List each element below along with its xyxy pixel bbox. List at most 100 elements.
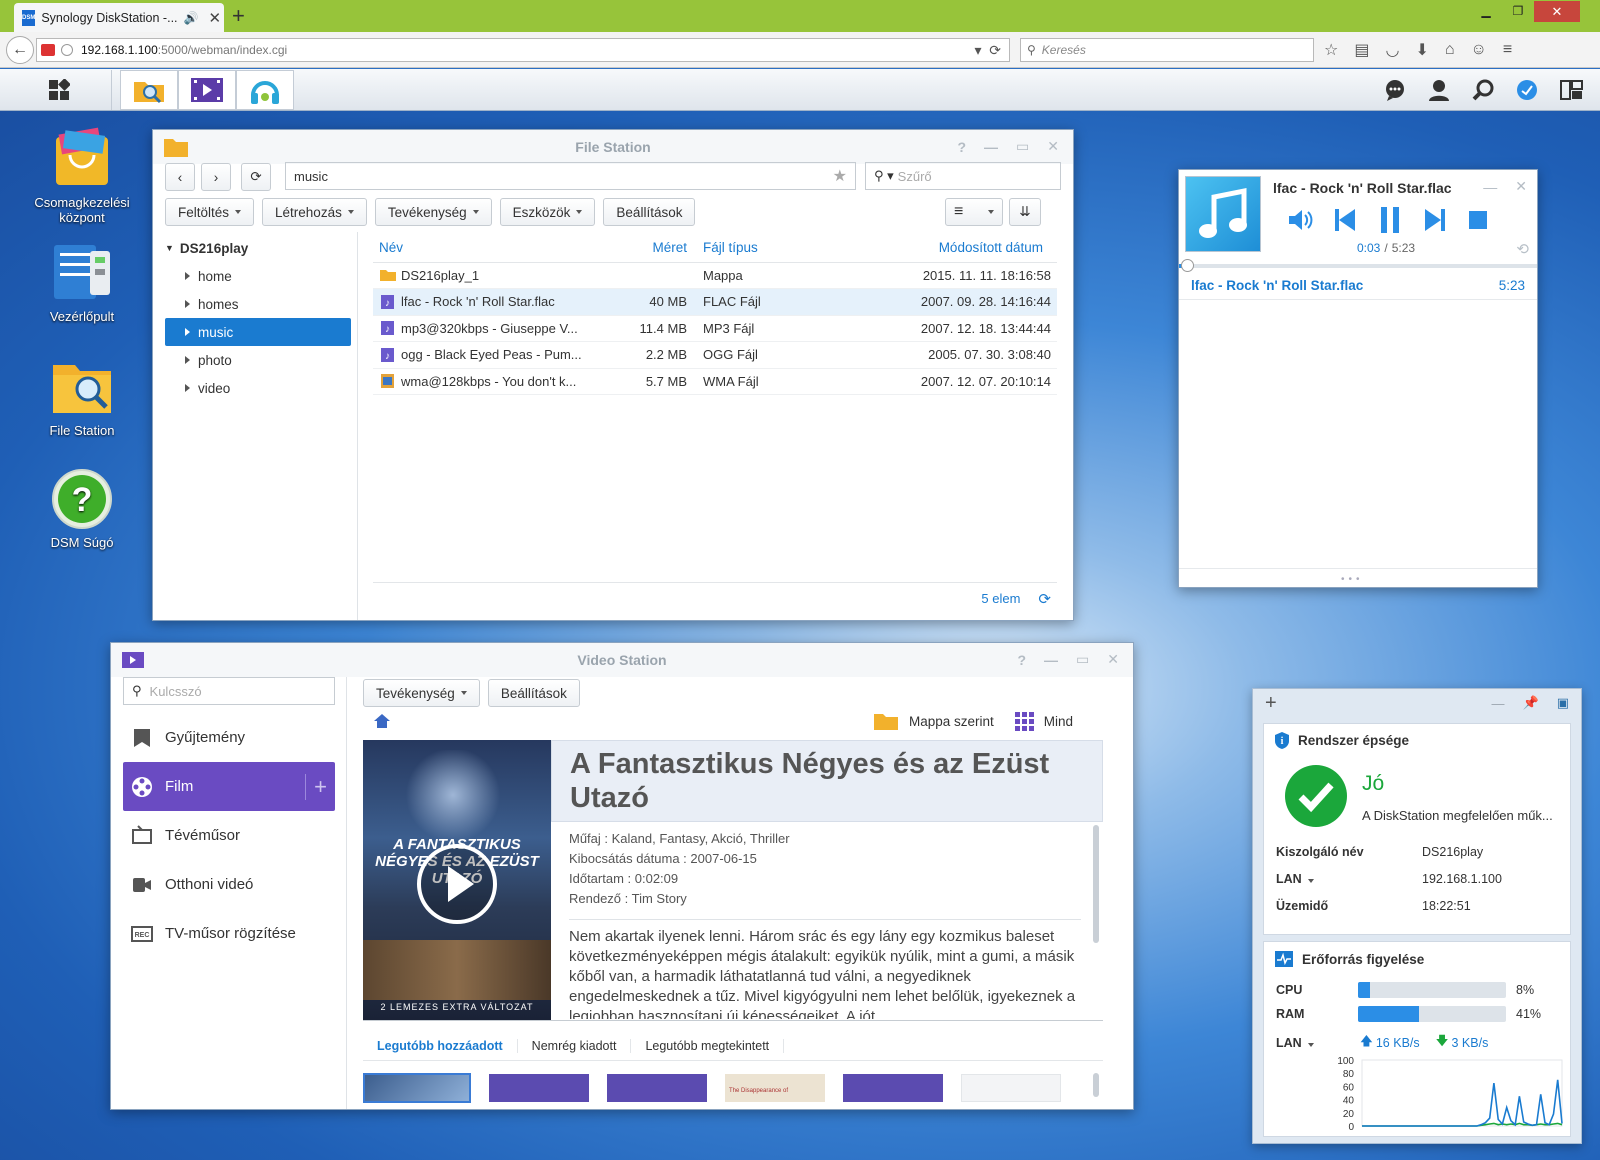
browser-tab[interactable]: DSM Synology DiskStation -... 🔊 ✕ xyxy=(14,3,224,32)
home-icon[interactable] xyxy=(373,713,391,729)
video-thumbnail[interactable] xyxy=(363,1073,471,1103)
filter-field[interactable]: ⚲ ▾ Szűrő xyxy=(865,162,1061,190)
search-icon[interactable] xyxy=(1472,79,1494,101)
nav-collection[interactable]: Gyűjtemény xyxy=(123,713,335,762)
nav-tv-recording[interactable]: REC TV-műsor rögzítése xyxy=(123,909,335,958)
taskbar-video-station[interactable] xyxy=(178,69,236,110)
video-thumbnail[interactable] xyxy=(607,1074,707,1102)
help-button[interactable]: ? xyxy=(957,139,966,155)
file-station-titlebar[interactable]: File Station ? — ▭ ✕ xyxy=(153,130,1073,164)
add-widget-icon[interactable]: + xyxy=(1265,692,1277,715)
minimize-button[interactable]: — xyxy=(1492,696,1505,711)
menu-icon[interactable]: ≡ xyxy=(1503,41,1512,59)
favorite-star-icon[interactable]: ★ xyxy=(833,166,847,186)
add-plus-icon[interactable]: + xyxy=(305,773,335,800)
maximize-button[interactable]: ▭ xyxy=(1076,651,1089,668)
chat-icon[interactable]: ☺ xyxy=(1471,41,1487,59)
action-button[interactable]: Tevékenység xyxy=(374,198,492,226)
close-window-button[interactable]: ✕ xyxy=(1534,0,1580,22)
thumbnail-scrollbar[interactable] xyxy=(1093,1073,1099,1097)
action-button[interactable]: Tevékenység xyxy=(363,679,480,707)
progress-track[interactable] xyxy=(1179,259,1537,272)
video-station-titlebar[interactable]: Video Station ? — ▭ ✕ xyxy=(111,643,1133,677)
keyword-search-field[interactable]: ⚲ Kulcsszó xyxy=(123,677,335,705)
column-size[interactable]: Méret xyxy=(595,234,695,263)
pin-icon[interactable]: 📌 xyxy=(1523,695,1539,711)
tab-recently-added[interactable]: Legutóbb hozzáadott xyxy=(363,1038,518,1053)
tools-button[interactable]: Eszközök xyxy=(499,198,596,226)
tree-item-photo[interactable]: photo xyxy=(165,346,351,374)
lan-row[interactable]: LAN 🡅 16 KB/s 🡇 3 KB/s xyxy=(1276,1032,1560,1053)
restore-window-button[interactable]: ❐ xyxy=(1502,4,1534,18)
desktop-icon-control-panel[interactable]: Vezérlőpult xyxy=(22,241,142,324)
playlist-item[interactable]: lfac - Rock 'n' Roll Star.flac 5:23 xyxy=(1179,272,1537,300)
tab-recently-watched[interactable]: Legutóbb megtekintett xyxy=(631,1038,785,1053)
video-thumbnail[interactable]: The Disappearance of xyxy=(725,1074,825,1102)
next-track-icon[interactable] xyxy=(1423,207,1447,233)
taskbar-audio-station[interactable] xyxy=(236,69,294,110)
refresh-icon[interactable]: ⟳ xyxy=(1038,590,1051,608)
pocket-icon[interactable]: ◡ xyxy=(1385,40,1399,60)
column-type[interactable]: Fájl típus xyxy=(695,234,825,263)
info-row[interactable]: LAN 192.168.1.100 xyxy=(1276,865,1560,892)
tree-item-music[interactable]: music xyxy=(165,318,351,346)
minimize-button[interactable]: — xyxy=(1483,179,1497,195)
minimize-button[interactable]: — xyxy=(984,139,998,155)
repeat-icon[interactable]: ⟲ xyxy=(1516,240,1529,258)
video-thumbnail[interactable] xyxy=(843,1074,943,1102)
movie-poster[interactable]: A FANTASZTIKUS NÉGYES ÉS AZ EZÜST UTAZÓ … xyxy=(363,740,551,1020)
pause-icon[interactable] xyxy=(1377,206,1403,234)
previous-track-icon[interactable] xyxy=(1333,207,1357,233)
nav-home-video[interactable]: Otthoni videó xyxy=(123,860,335,909)
back-button[interactable]: ← xyxy=(6,36,34,64)
close-button[interactable]: ✕ xyxy=(1047,138,1059,155)
browser-search-field[interactable]: ⚲ Keresés xyxy=(1020,38,1314,62)
tree-item-video[interactable]: video xyxy=(165,374,351,402)
table-row[interactable]: ♪ mp3@320kbps - Giuseppe V... 11.4 MB MP3… xyxy=(373,315,1057,342)
stop-icon[interactable] xyxy=(1467,209,1489,231)
column-name[interactable]: Név xyxy=(373,234,595,263)
grid-view-icon[interactable] xyxy=(1014,711,1034,731)
refresh-button[interactable]: ⟳ xyxy=(241,163,271,191)
nav-film[interactable]: Film + xyxy=(123,762,335,811)
more-dots-icon[interactable]: ••• xyxy=(1341,574,1364,585)
column-date[interactable]: Módosított dátum xyxy=(825,234,1057,263)
reading-list-icon[interactable]: ▤ xyxy=(1354,40,1369,60)
close-tab-icon[interactable]: ✕ xyxy=(208,9,221,27)
back-button[interactable]: ‹ xyxy=(165,163,195,191)
upload-button[interactable]: Feltöltés xyxy=(165,198,255,226)
folder-view-label[interactable]: Mappa szerint xyxy=(909,714,994,729)
table-row[interactable]: wma@128kbps - You don't k... 5.7 MB WMA … xyxy=(373,368,1057,395)
play-button[interactable] xyxy=(417,844,497,924)
table-row[interactable]: ♪ ogg - Black Eyed Peas - Pum... 2.2 MB O… xyxy=(373,341,1057,369)
video-thumbnail[interactable] xyxy=(489,1074,589,1102)
minimize-window-button[interactable]: ▁ xyxy=(1470,4,1502,18)
tree-item-home[interactable]: home xyxy=(165,262,351,290)
nav-tv-show[interactable]: Tévéműsor xyxy=(123,811,335,860)
show-desktop-icon[interactable] xyxy=(1560,79,1584,101)
sort-button[interactable]: ⇊ xyxy=(1009,198,1041,226)
desktop-icon-package-center[interactable]: Csomagkezelési központ xyxy=(22,127,142,225)
list-view-button[interactable]: ≡ xyxy=(945,198,1003,226)
tab-recently-released[interactable]: Nemrég kiadott xyxy=(518,1038,632,1053)
video-thumbnail[interactable] xyxy=(961,1074,1061,1102)
bookmark-star-icon[interactable]: ☆ xyxy=(1324,40,1338,60)
maximize-button[interactable]: ▭ xyxy=(1016,138,1029,155)
download-icon[interactable]: ⬇ xyxy=(1415,40,1428,60)
desktop-icon-help[interactable]: ? DSM Súgó xyxy=(22,467,142,550)
taskbar-file-station[interactable] xyxy=(120,69,178,110)
notification-chat-icon[interactable] xyxy=(1384,79,1406,101)
desktop-icon-file-station[interactable]: File Station xyxy=(22,355,142,438)
settings-button[interactable]: Beállítások xyxy=(487,679,580,707)
user-icon[interactable] xyxy=(1428,79,1450,101)
url-field[interactable]: 192.168.1.100 :5000/webman/index.cgi ▾ ⟳ xyxy=(36,38,1010,62)
path-field[interactable]: music ★ xyxy=(285,162,856,190)
table-row[interactable]: ♪ lfac - Rock 'n' Roll Star.flac 40 MB FL… xyxy=(373,288,1057,316)
new-tab-button[interactable]: + xyxy=(232,3,245,29)
description-scrollbar[interactable] xyxy=(1093,825,1099,943)
all-view-label[interactable]: Mind xyxy=(1044,714,1073,729)
tree-root[interactable]: ▼ DS216play xyxy=(165,234,351,262)
reload-icon[interactable]: ▾ ⟳ xyxy=(974,42,1001,59)
close-button[interactable]: ✕ xyxy=(1107,651,1119,668)
progress-handle[interactable] xyxy=(1181,259,1194,272)
